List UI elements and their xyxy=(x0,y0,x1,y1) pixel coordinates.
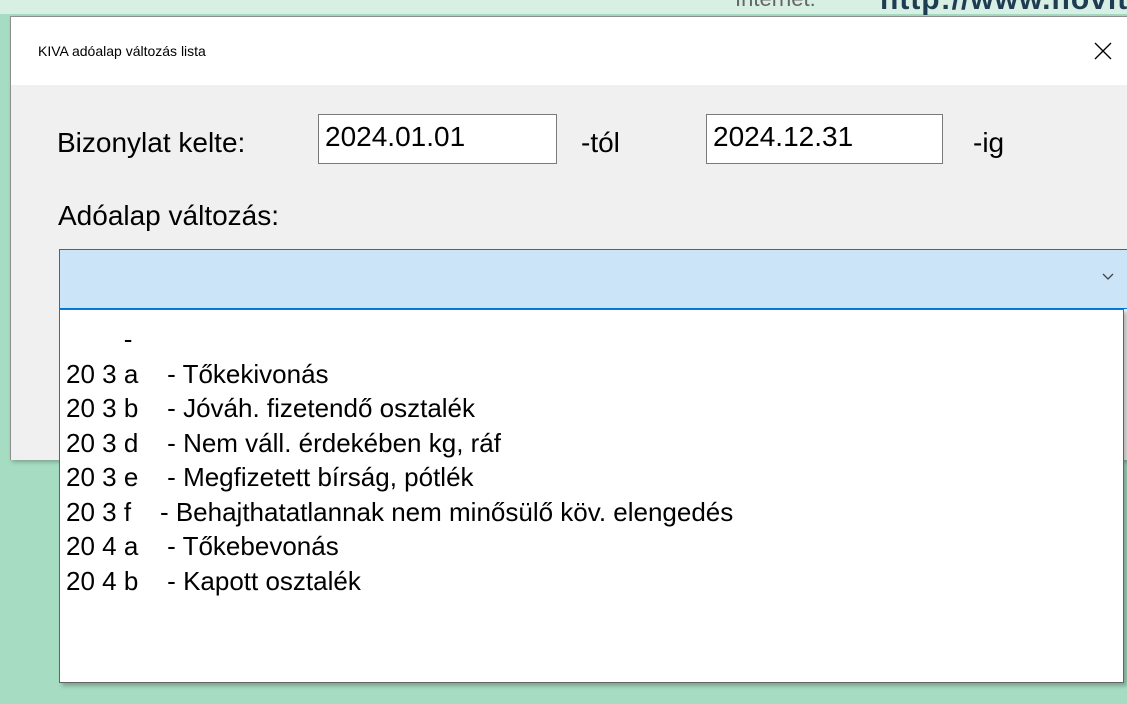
date-from-input[interactable]: 2024.01.01 xyxy=(318,114,557,164)
tax-base-change-combobox[interactable] xyxy=(59,249,1127,309)
tax-base-change-label: Adóalap változás: xyxy=(58,200,280,231)
background-window: Internet: http://www.novit xyxy=(0,0,1127,17)
date-label: Bizonylat kelte: xyxy=(57,127,246,158)
title-bar: KIVA adóalap változás lista xyxy=(11,17,1127,85)
dropdown-item-20-3-e[interactable]: 20 3 e - Megfizetett bírság, pótlék xyxy=(60,460,1123,495)
background-url-text: http://www.novit xyxy=(880,0,1127,17)
close-button[interactable] xyxy=(1081,29,1125,73)
dropdown-item-20-3-f[interactable]: 20 3 f - Behajthatatlannak nem minősülő … xyxy=(60,495,1123,530)
chevron-down-icon xyxy=(1102,273,1114,280)
dropdown-item-20-3-b[interactable]: 20 3 b - Jóváh. fizetendő osztalék xyxy=(60,391,1123,426)
to-suffix-label: -ig xyxy=(973,127,1005,158)
dropdown-item-20-3-a[interactable]: 20 3 a - Tőkekivonás xyxy=(60,357,1123,392)
dropdown-item-20-3-d[interactable]: 20 3 d - Nem váll. érdekében kg, ráf xyxy=(60,426,1123,461)
dropdown-item-20-4-a[interactable]: 20 4 a - Tőkebevonás xyxy=(60,529,1123,564)
dropdown-item-blank[interactable]: - xyxy=(60,322,1123,357)
desktop: Internet: http://www.novit KIVA adóalap … xyxy=(0,0,1127,704)
date-to-input[interactable]: 2024.12.31 xyxy=(706,114,943,164)
window-title: KIVA adóalap változás lista xyxy=(38,43,206,59)
close-icon xyxy=(1094,42,1112,60)
dropdown-item-20-4-b[interactable]: 20 4 b - Kapott osztalék xyxy=(60,564,1123,599)
from-suffix-label: -tól xyxy=(581,127,620,158)
tax-base-change-dropdown-list: - 20 3 a - Tőkekivonás 20 3 b - Jóváh. f… xyxy=(59,309,1124,683)
background-internet-label: Internet: xyxy=(735,0,816,12)
